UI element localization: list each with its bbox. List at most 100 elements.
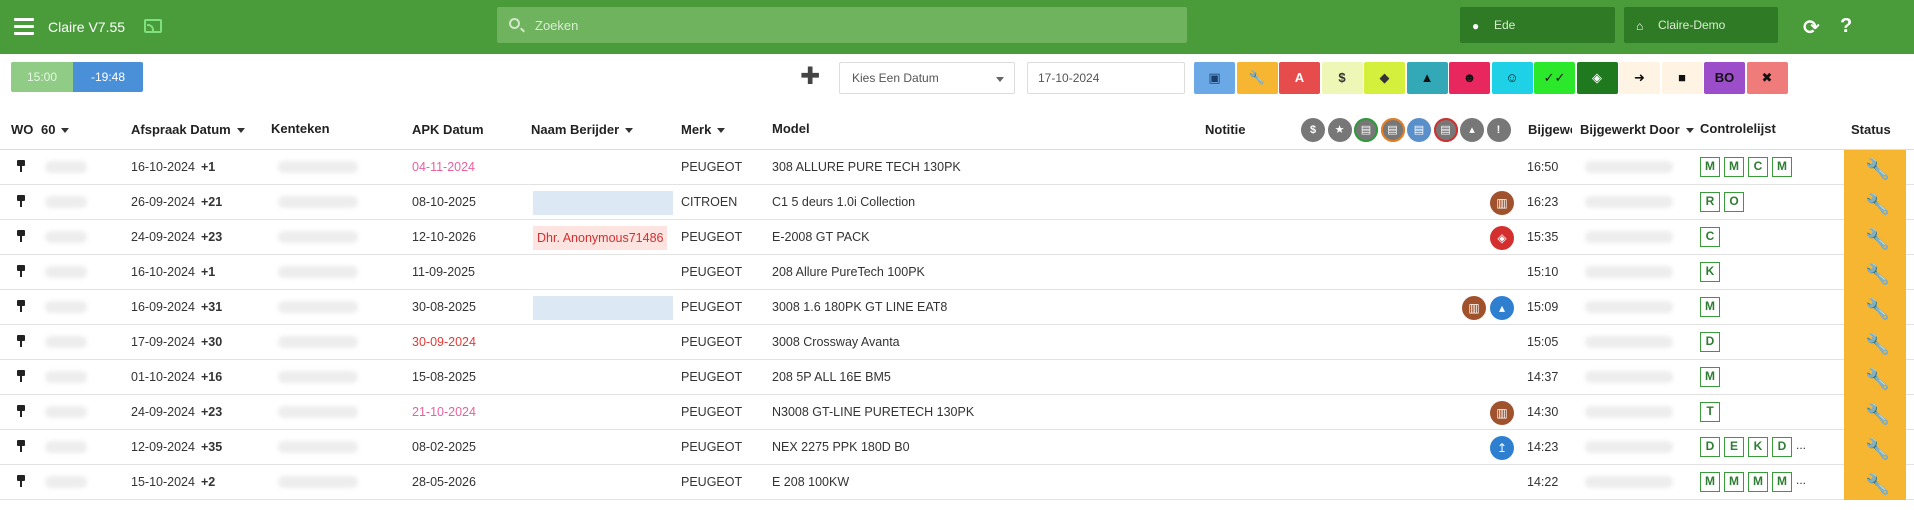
status-button[interactable]: 🔧 bbox=[1844, 150, 1906, 185]
pin-icon[interactable] bbox=[16, 265, 26, 277]
double-check-filter-button[interactable]: ✓✓ bbox=[1534, 62, 1575, 94]
status-button[interactable]: 🔧 bbox=[1844, 465, 1906, 500]
status-button[interactable]: 🔧 bbox=[1844, 325, 1906, 360]
checklist-badge[interactable]: M bbox=[1700, 297, 1720, 317]
table-row[interactable]: 15-10-2024 +2 28-05-2026 PEUGEOT E 208 100KW… bbox=[0, 465, 1914, 500]
cart-blue-filter-icon[interactable]: ▤ bbox=[1407, 118, 1431, 142]
column-status[interactable]: Status bbox=[1851, 122, 1891, 137]
table-row[interactable]: 26-09-2024 +21 08-10-2025 CITROEN C1 5 deurs… bbox=[0, 185, 1914, 220]
column-wo[interactable]: WO bbox=[11, 122, 33, 137]
tag-filter-button[interactable]: ◆ bbox=[1364, 62, 1405, 94]
hamburger-menu-icon[interactable] bbox=[14, 18, 34, 35]
coffee-icon[interactable]: ▥ bbox=[1490, 401, 1514, 425]
cart-orange-filter-icon[interactable]: ▤ bbox=[1380, 118, 1405, 142]
exit-filter-button[interactable]: ➜ bbox=[1619, 62, 1660, 94]
checklist-badge[interactable]: T bbox=[1700, 402, 1720, 422]
driver-name[interactable]: Dhr. Anonymous71486 bbox=[533, 226, 668, 250]
warning-filter-icon[interactable]: ! bbox=[1486, 118, 1511, 142]
column-merk[interactable]: Merk bbox=[681, 122, 726, 137]
car-filter-button[interactable]: ■ bbox=[1661, 62, 1703, 94]
pin-icon[interactable] bbox=[16, 195, 26, 207]
bo-filter-button[interactable]: BO bbox=[1704, 62, 1745, 94]
user-edit-filter-button[interactable]: ☻ bbox=[1449, 62, 1490, 94]
column-bijgewerkt[interactable]: Bijgewe bbox=[1528, 122, 1572, 137]
pin-icon[interactable] bbox=[16, 440, 26, 452]
column-model[interactable]: Model bbox=[772, 121, 810, 136]
search-input[interactable] bbox=[535, 7, 1175, 43]
status-button[interactable]: 🔧 bbox=[1844, 360, 1906, 395]
pin-icon[interactable] bbox=[16, 300, 26, 312]
column-naam-berijder[interactable]: Naam Berijder bbox=[531, 122, 634, 137]
checklist-badge[interactable]: K bbox=[1748, 437, 1768, 457]
shield-check-filter-button[interactable]: ◈ bbox=[1576, 62, 1618, 94]
pin-icon[interactable] bbox=[16, 230, 26, 242]
checklist-badge[interactable]: O bbox=[1724, 192, 1744, 212]
refresh-icon[interactable]: ⟳ bbox=[1803, 15, 1820, 40]
shield-icon[interactable]: ◈ bbox=[1490, 226, 1514, 250]
text-a-filter-button[interactable]: A bbox=[1279, 62, 1320, 94]
status-button[interactable]: 🔧 bbox=[1844, 395, 1906, 430]
checklist-badge[interactable]: M bbox=[1772, 472, 1792, 492]
column-kenteken[interactable]: Kenteken bbox=[271, 121, 330, 136]
close-circle-filter-button[interactable]: ✖ bbox=[1746, 62, 1788, 94]
search-box[interactable] bbox=[497, 7, 1187, 43]
star-filter-icon[interactable]: ★ bbox=[1327, 118, 1352, 142]
table-row[interactable]: 12-09-2024 +35 08-02-2025 PEUGEOT NEX 2275 P… bbox=[0, 430, 1914, 465]
status-button[interactable]: 🔧 bbox=[1844, 255, 1906, 290]
cast-icon[interactable] bbox=[144, 19, 162, 33]
column-apk-datum[interactable]: APK Datum bbox=[412, 122, 484, 137]
checklist-badge[interactable]: M bbox=[1724, 472, 1744, 492]
table-row[interactable]: 16-10-2024 +1 04-11-2024 PEUGEOT 308 ALLURE … bbox=[0, 150, 1914, 185]
table-row[interactable]: 16-10-2024 +1 11-09-2025 PEUGEOT 208 Allure … bbox=[0, 255, 1914, 290]
dollar-filter-button[interactable]: $ bbox=[1321, 62, 1363, 94]
column-afspraak-datum[interactable]: Afspraak Datum bbox=[131, 122, 245, 137]
smile-filter-button[interactable]: ☺ bbox=[1491, 62, 1533, 94]
checklist-badge[interactable]: M bbox=[1700, 367, 1720, 387]
checklist-badge[interactable]: K bbox=[1700, 262, 1720, 282]
coffee-icon[interactable]: ▥ bbox=[1462, 296, 1486, 320]
column-controlelijst[interactable]: Controlelijst bbox=[1700, 121, 1776, 136]
status-button[interactable]: 🔧 bbox=[1844, 290, 1906, 325]
status-button[interactable]: 🔧 bbox=[1844, 185, 1906, 220]
table-row[interactable]: 01-10-2024 +16 15-08-2025 PEUGEOT 208 5P ALL… bbox=[0, 360, 1914, 395]
table-row[interactable]: 24-09-2024 +23 12-10-2026 Dhr. Anonymous714… bbox=[0, 220, 1914, 255]
checklist-badge[interactable]: M bbox=[1748, 472, 1768, 492]
checklist-badge[interactable]: R bbox=[1700, 192, 1720, 212]
pin-icon[interactable] bbox=[16, 160, 26, 172]
add-appointment-icon[interactable]: ✚ bbox=[800, 65, 820, 89]
column-notitie[interactable]: Notitie bbox=[1205, 122, 1245, 137]
checklist-badge[interactable]: C bbox=[1700, 227, 1720, 247]
pin-icon[interactable] bbox=[16, 475, 26, 487]
cart-green-filter-icon[interactable]: ▤ bbox=[1354, 118, 1378, 142]
checklist-badge[interactable]: D bbox=[1700, 332, 1720, 352]
status-button[interactable]: 🔧 bbox=[1844, 220, 1906, 255]
table-row[interactable]: 24-09-2024 +23 21-10-2024 PEUGEOT N3008 GT-L… bbox=[0, 395, 1914, 430]
dollar-filter-icon[interactable]: $ bbox=[1301, 118, 1325, 142]
checklist-badge[interactable]: M bbox=[1700, 472, 1720, 492]
coffee-icon[interactable]: ▥ bbox=[1490, 191, 1514, 215]
checklist-badge[interactable]: D bbox=[1772, 437, 1792, 457]
upload-icon[interactable]: ↥ bbox=[1490, 436, 1514, 460]
checklist-badge[interactable]: M bbox=[1724, 157, 1744, 177]
calendar-filter-button[interactable]: ▣ bbox=[1194, 62, 1235, 94]
checklist-badge[interactable]: M bbox=[1772, 157, 1792, 177]
pin-icon[interactable] bbox=[16, 335, 26, 347]
time-start-button[interactable]: 15:00 bbox=[11, 62, 73, 92]
company-select[interactable]: ⌂ Claire-Demo bbox=[1624, 7, 1778, 43]
column-bijgewerkt-door[interactable]: Bijgewerkt Door bbox=[1580, 122, 1694, 137]
warning-filter-button[interactable]: ▲ bbox=[1406, 62, 1448, 94]
pin-filter-icon[interactable]: ▴ bbox=[1460, 118, 1484, 142]
date-preset-select[interactable]: Kies Een Datum bbox=[839, 62, 1015, 94]
table-row[interactable]: 16-09-2024 +31 30-08-2025 PEUGEOT 3008 1.6 1… bbox=[0, 290, 1914, 325]
pin-icon[interactable] bbox=[16, 405, 26, 417]
checklist-badge[interactable]: C bbox=[1748, 157, 1768, 177]
wrench-filter-button[interactable]: 🔧 bbox=[1236, 62, 1278, 94]
cart-red-filter-icon[interactable]: ▤ bbox=[1433, 118, 1458, 142]
checklist-badge[interactable]: M bbox=[1700, 157, 1720, 177]
checklist-badge[interactable]: E bbox=[1724, 437, 1744, 457]
checklist-badge[interactable]: D bbox=[1700, 437, 1720, 457]
column-count[interactable]: 60 bbox=[41, 122, 70, 137]
status-button[interactable]: 🔧 bbox=[1844, 430, 1906, 465]
date-input[interactable]: 17-10-2024 bbox=[1027, 62, 1185, 94]
pin-icon[interactable]: ▴ bbox=[1490, 296, 1514, 320]
